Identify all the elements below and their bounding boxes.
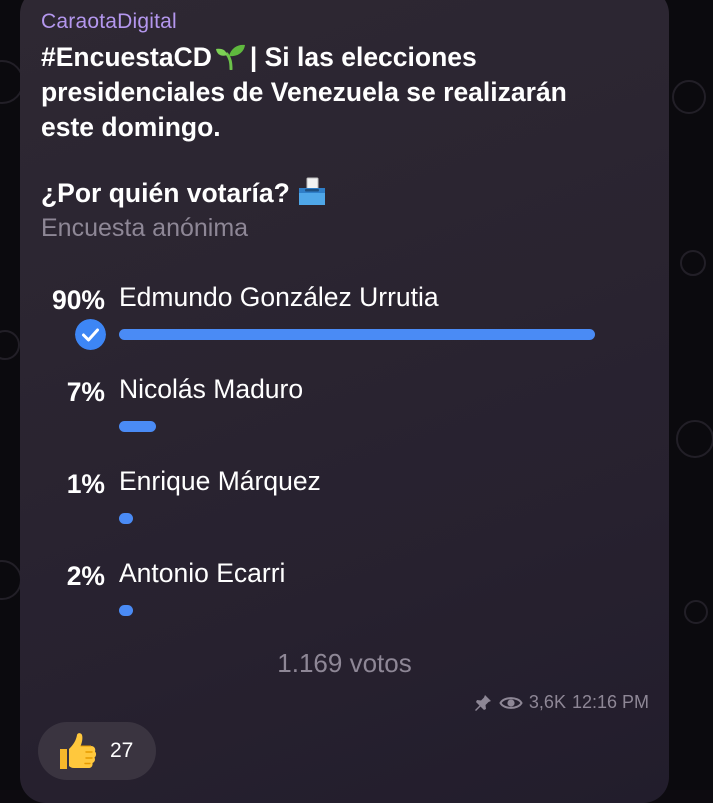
checkmark-icon: [75, 319, 106, 350]
total-votes[interactable]: 1.169 votos: [20, 648, 669, 679]
eye-icon: [499, 696, 523, 709]
background-doodle: [680, 250, 706, 276]
hashtag[interactable]: #EncuestaCD: [41, 42, 212, 72]
option-result-bar: [119, 605, 133, 616]
option-percent: 2%: [66, 561, 105, 591]
message-text: #EncuestaCD | Si las elecciones presiden…: [41, 40, 641, 145]
option-label: Antonio Ecarri: [119, 558, 286, 588]
poll-option[interactable]: 2% Antonio Ecarri: [20, 558, 660, 641]
background-doodle: [672, 80, 706, 114]
option-percent: 7%: [66, 377, 105, 407]
reaction-chip[interactable]: 27: [38, 722, 156, 780]
option-label: Edmundo González Urrutia: [119, 282, 439, 312]
sprout-icon: [215, 44, 245, 70]
message-time: 12:16 PM: [571, 692, 649, 712]
poll-option[interactable]: 1% Enrique Márquez: [20, 466, 660, 549]
view-count: 3,6K: [528, 692, 566, 712]
pin-icon: [474, 694, 491, 711]
option-percent: 90%: [51, 285, 105, 315]
background-doodle: [684, 600, 708, 624]
poll-type-label: Encuesta anónima: [41, 214, 249, 242]
sender-name[interactable]: CaraotaDigital: [41, 10, 177, 34]
message-meta: 3,6K 12:16 PM: [473, 692, 649, 713]
poll-option[interactable]: 90% Edmundo González Urrutia: [20, 282, 660, 365]
background-doodle: [676, 420, 713, 458]
poll-question: ¿Por quién votaría?: [41, 176, 328, 209]
poll-question-text: ¿Por quién votaría?: [41, 178, 290, 208]
option-result-bar: [119, 329, 595, 340]
message-line2-text: presidenciales de Venezuela se realizará…: [41, 77, 567, 107]
background-doodle: [0, 560, 22, 600]
option-label: Enrique Márquez: [119, 466, 321, 496]
option-percent: 1%: [66, 469, 105, 499]
message-line1-text: | Si las elecciones: [249, 42, 477, 72]
reaction-count: 27: [110, 739, 134, 762]
background-doodle: [0, 330, 20, 360]
option-result-bar: [119, 513, 133, 524]
option-label: Nicolás Maduro: [119, 374, 304, 404]
thumbs-up-icon: [60, 733, 97, 769]
option-result-bar: [119, 421, 156, 432]
ballot-box-icon: [298, 177, 325, 205]
message-line3-text: este domingo.: [41, 112, 221, 142]
poll-option[interactable]: 7% Nicolás Maduro: [20, 374, 660, 457]
